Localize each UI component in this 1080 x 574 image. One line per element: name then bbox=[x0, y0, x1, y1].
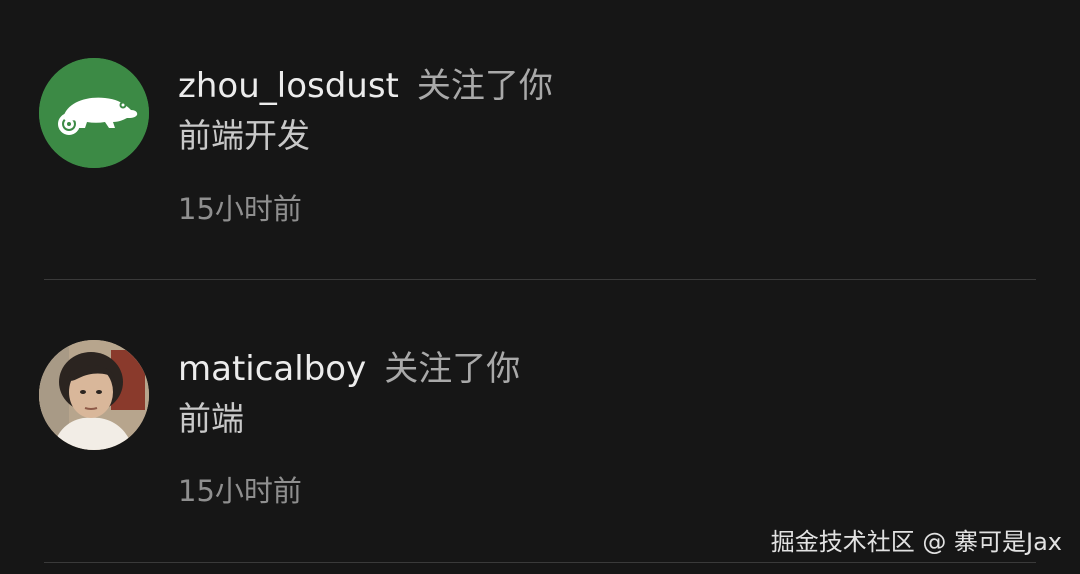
avatar[interactable] bbox=[39, 58, 149, 168]
name-line: zhou_losdust 关注了你 bbox=[178, 66, 553, 106]
timestamp: 15小时前 bbox=[178, 192, 302, 226]
timestamp: 15小时前 bbox=[178, 474, 302, 508]
username-link[interactable]: maticalboy bbox=[178, 349, 366, 389]
watermark: 掘金技术社区 @ 寨可是Jax bbox=[770, 528, 1062, 556]
user-bio: 前端 bbox=[178, 399, 244, 438]
follow-action-text: 关注了你 bbox=[416, 66, 553, 106]
username-link[interactable]: zhou_losdust bbox=[178, 66, 399, 106]
notification-item[interactable]: maticalboy 关注了你 前端 15小时前 bbox=[0, 281, 1080, 563]
chameleon-logo-icon bbox=[39, 58, 149, 168]
divider bbox=[44, 562, 1036, 563]
follow-action-text: 关注了你 bbox=[384, 349, 521, 389]
avatar[interactable] bbox=[39, 340, 149, 450]
user-bio: 前端开发 bbox=[178, 116, 310, 155]
follower-notification-list: zhou_losdust 关注了你 前端开发 15小时前 maticalboy … bbox=[0, 0, 1080, 574]
name-line: maticalboy 关注了你 bbox=[178, 349, 520, 389]
notification-item[interactable]: zhou_losdust 关注了你 前端开发 15小时前 bbox=[0, 0, 1080, 280]
person-photo-icon bbox=[39, 340, 149, 450]
divider bbox=[44, 279, 1036, 280]
